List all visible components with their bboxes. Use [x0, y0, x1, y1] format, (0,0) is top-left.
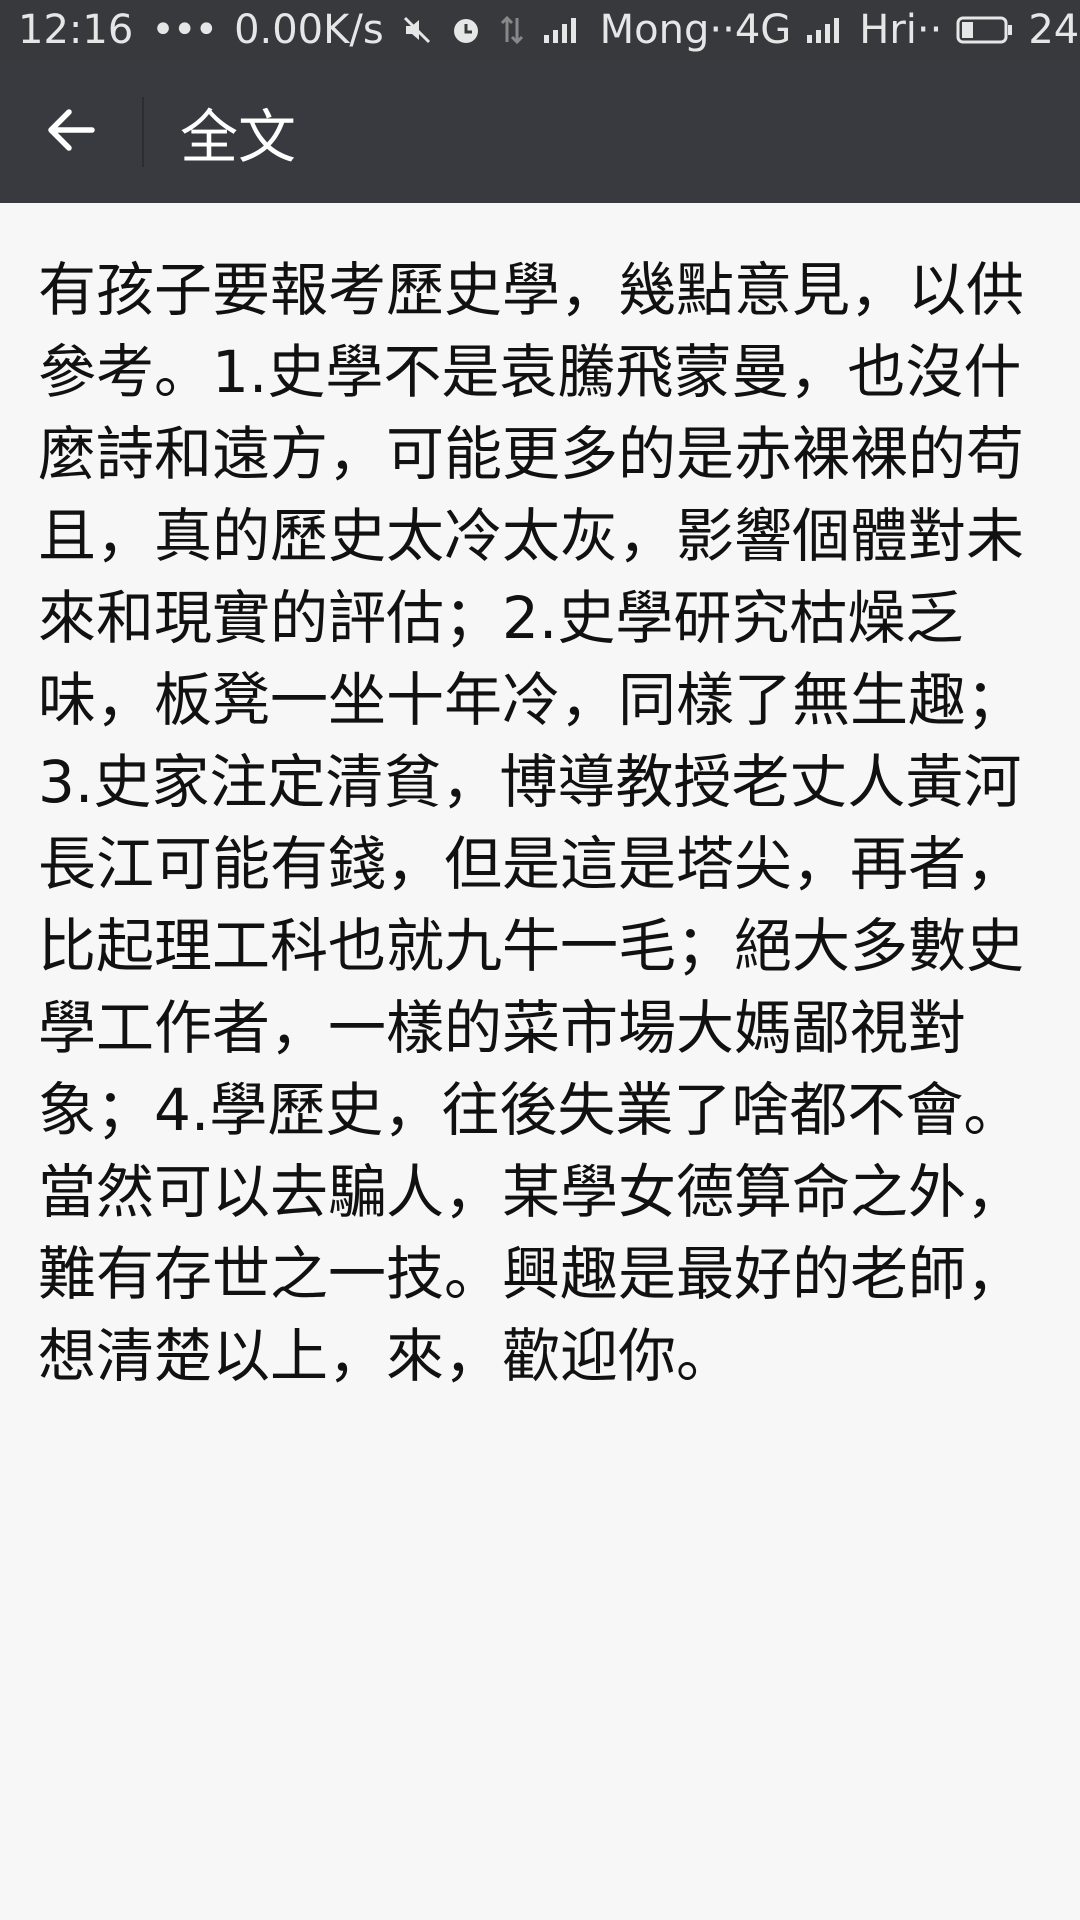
status-bar-left: 12:16 ••• 0.00K/s Mong·· [0, 7, 735, 53]
battery-level: 24 [1028, 7, 1080, 53]
status-bar: 12:16 ••• 0.00K/s Mong·· 4G Hri·· 24 [0, 0, 1080, 60]
status-time: 12:16 [18, 7, 134, 53]
app-bar: 全文 [0, 60, 1080, 203]
carrier-2: Hri·· [859, 7, 943, 53]
mute-icon [402, 15, 432, 45]
network-speed: 0.00K/s [234, 7, 384, 53]
more-notifications-icon: ••• [151, 7, 218, 53]
signal-icon [805, 15, 845, 45]
carrier-1: Mong·· [599, 7, 735, 53]
arrow-left-icon [44, 103, 98, 161]
network-type: 4G [734, 7, 792, 53]
data-arrows-icon [500, 14, 524, 46]
back-button[interactable] [0, 60, 142, 203]
alarm-icon [450, 14, 482, 46]
page-title: 全文 [180, 102, 297, 171]
signal-icon [542, 15, 582, 45]
article-text: 有孩子要報考歷史學，幾點意見，以供參考。1.史學不是袁騰飛蒙曼，也沒什麼詩和遠方… [38, 256, 1025, 1390]
article-content[interactable]: 有孩子要報考歷史學，幾點意見，以供參考。1.史學不是袁騰飛蒙曼，也沒什麼詩和遠方… [0, 203, 1080, 1920]
status-bar-right: 4G Hri·· 24 [735, 7, 1080, 53]
battery-icon [956, 15, 1014, 45]
